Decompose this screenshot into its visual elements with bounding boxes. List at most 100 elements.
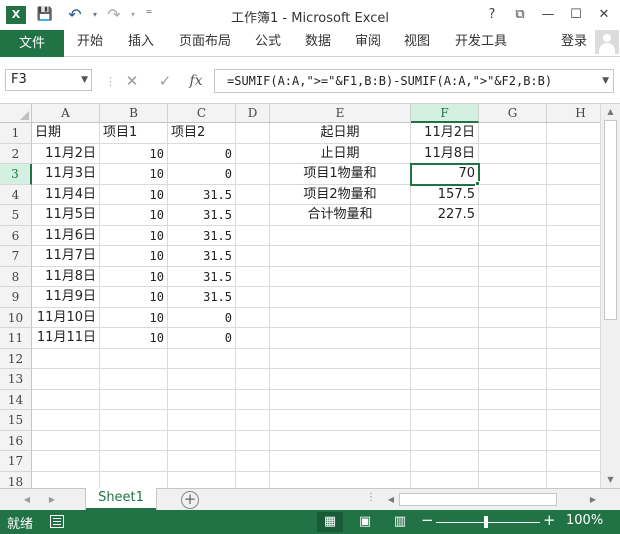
cell-c17[interactable] [168,451,236,472]
horizontal-scrollbar[interactable]: ◀ ▶ [383,491,601,508]
column-header-e[interactable]: E [270,104,411,123]
row-header-9[interactable]: 9 [0,287,32,308]
cell-g4[interactable] [479,184,547,205]
cell-e18[interactable] [270,471,411,488]
cell-b7[interactable]: 10 [100,246,168,267]
cell-g2[interactable] [479,143,547,164]
cell-b15[interactable] [100,410,168,431]
chevron-down-icon[interactable]: ▼ [81,70,88,90]
cell-g10[interactable] [479,307,547,328]
cell-a7[interactable]: 11月7日 [32,246,100,267]
cell-f10[interactable] [411,307,479,328]
cell-h8[interactable] [547,266,600,287]
undo-icon[interactable]: ↶ [64,4,86,26]
cell-h6[interactable] [547,225,600,246]
column-header-b[interactable]: B [100,104,168,123]
cell-d16[interactable] [236,430,270,451]
cell-d15[interactable] [236,410,270,431]
cell-f14[interactable] [411,389,479,410]
cell-f8[interactable] [411,266,479,287]
cell-b8[interactable]: 10 [100,266,168,287]
cell-e3[interactable]: 项目1物量和 [270,164,411,185]
zoom-slider[interactable] [436,522,540,523]
cell-a11[interactable]: 11月11日 [32,328,100,349]
zoom-slider-thumb[interactable] [484,516,488,528]
cell-h2[interactable] [547,143,600,164]
cell-c16[interactable] [168,430,236,451]
cell-h7[interactable] [547,246,600,267]
tab-page-layout[interactable]: 页面布局 [179,30,231,57]
previous-sheet-icon[interactable]: ◀ [20,492,34,508]
cell-f11[interactable] [411,328,479,349]
next-sheet-icon[interactable]: ▶ [45,492,59,508]
cell-h16[interactable] [547,430,600,451]
cell-a18[interactable] [32,471,100,488]
cell-f15[interactable] [411,410,479,431]
cell-c6[interactable]: 31.5 [168,225,236,246]
cell-c12[interactable] [168,348,236,369]
cell-e6[interactable] [270,225,411,246]
cell-h10[interactable] [547,307,600,328]
cell-f17[interactable] [411,451,479,472]
sheet-tab-sheet1[interactable]: Sheet1 [86,488,156,510]
cell-f6[interactable] [411,225,479,246]
worksheet-grid[interactable]: ABCDEFGH 1 2 3 4 5 6 7 8 9 10 11 12 13 14 15 16 17 18 日期项… [0,104,600,488]
cell-f2[interactable]: 11月8日 [411,143,479,164]
row-header-17[interactable]: 17 [0,451,32,472]
cell-f16[interactable] [411,430,479,451]
column-header-a[interactable]: A [32,104,100,123]
tab-insert[interactable]: 插入 [128,30,154,57]
cell-d14[interactable] [236,389,270,410]
row-header-13[interactable]: 13 [0,369,32,390]
cell-c9[interactable]: 31.5 [168,287,236,308]
cell-g15[interactable] [479,410,547,431]
cell-b6[interactable]: 10 [100,225,168,246]
row-header-18[interactable]: 18 [0,471,32,488]
page-layout-view-icon[interactable]: ▣ [352,512,378,532]
tab-split-icon[interactable]: ⋮ [366,492,376,503]
cell-a17[interactable] [32,451,100,472]
cell-g12[interactable] [479,348,547,369]
cell-a10[interactable]: 11月10日 [32,307,100,328]
cell-c8[interactable]: 31.5 [168,266,236,287]
cell-e4[interactable]: 项目2物量和 [270,184,411,205]
cell-c18[interactable] [168,471,236,488]
cell-a5[interactable]: 11月5日 [32,205,100,226]
cell-h17[interactable] [547,451,600,472]
fill-handle[interactable] [475,180,480,186]
tab-review[interactable]: 审阅 [355,30,381,57]
cell-g17[interactable] [479,451,547,472]
cell-b14[interactable] [100,389,168,410]
cell-d11[interactable] [236,328,270,349]
cell-f12[interactable] [411,348,479,369]
cell-d6[interactable] [236,225,270,246]
cell-c3[interactable]: 0 [168,164,236,185]
insert-function-icon[interactable]: fx [185,71,207,91]
cell-h1[interactable] [547,123,600,144]
row-header-4[interactable]: 4 [0,184,32,205]
cell-a12[interactable] [32,348,100,369]
cell-g7[interactable] [479,246,547,267]
tab-data[interactable]: 数据 [305,30,331,57]
row-header-5[interactable]: 5 [0,205,32,226]
cell-h14[interactable] [547,389,600,410]
expand-formula-bar-icon[interactable]: ▼ [602,70,609,92]
row-header-14[interactable]: 14 [0,389,32,410]
cell-e15[interactable] [270,410,411,431]
cell-e11[interactable] [270,328,411,349]
cell-e5[interactable]: 合计物量和 [270,205,411,226]
cell-a8[interactable]: 11月8日 [32,266,100,287]
cell-c14[interactable] [168,389,236,410]
cell-d7[interactable] [236,246,270,267]
cell-c7[interactable]: 31.5 [168,246,236,267]
cell-c15[interactable] [168,410,236,431]
cell-g9[interactable] [479,287,547,308]
cell-b10[interactable]: 10 [100,307,168,328]
zoom-level[interactable]: 100% [566,513,603,528]
column-header-f[interactable]: F [411,104,479,123]
tab-view[interactable]: 视图 [404,30,430,57]
sign-in-link[interactable]: 登录 [561,30,587,57]
cell-e16[interactable] [270,430,411,451]
cell-g14[interactable] [479,389,547,410]
cell-g16[interactable] [479,430,547,451]
